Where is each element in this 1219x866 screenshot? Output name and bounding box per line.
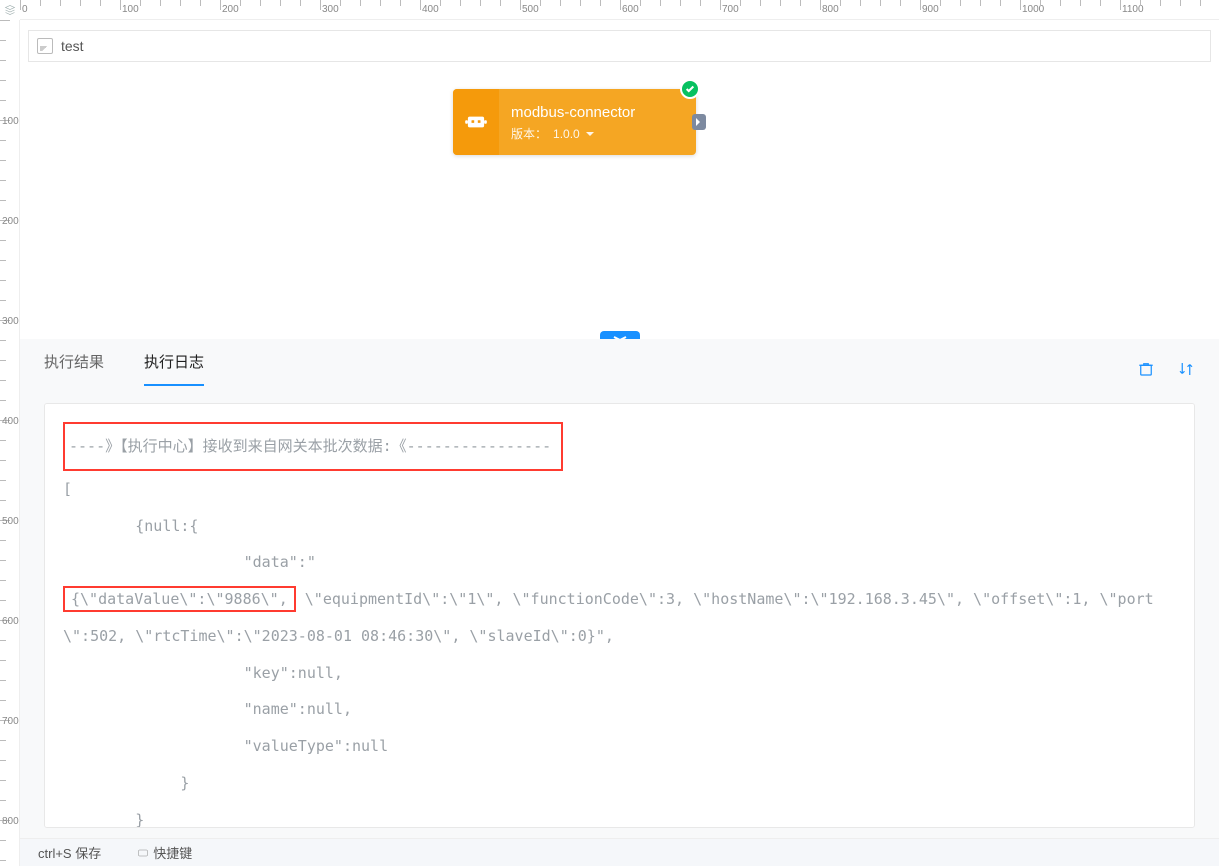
ruler-h-label: 300	[322, 4, 339, 15]
ruler-h-label: 200	[222, 4, 239, 15]
canvas-title-bar: test	[28, 30, 1211, 62]
sort-icon[interactable]	[1177, 360, 1195, 378]
ruler-h-label: 0	[22, 4, 28, 15]
canvas-title: test	[61, 38, 84, 54]
log-line: {null:{	[63, 517, 198, 535]
node-output-port[interactable]	[692, 114, 706, 130]
bottom-panel: 执行结果 执行日志 ----》【执行中心】接收到来自网关本批次数据:《-----…	[20, 339, 1219, 838]
image-icon	[37, 38, 53, 54]
ruler-v-label: 600	[2, 616, 19, 627]
status-bar: ctrl+S 保存 快捷键	[20, 838, 1219, 866]
log-content: ----》【执行中心】接收到来自网关本批次数据:《---------------…	[63, 422, 1176, 828]
ruler-v-label: 100	[2, 116, 19, 127]
ruler-v-label: 200	[2, 216, 19, 227]
node-version-label: 版本：	[511, 125, 547, 142]
panel-tabs: 执行结果 执行日志	[20, 339, 1219, 387]
tab-result[interactable]: 执行结果	[44, 339, 104, 386]
clear-log-icon[interactable]	[1137, 360, 1155, 378]
ruler-origin	[0, 0, 20, 20]
log-line: "key":null,	[63, 664, 343, 682]
ruler-h-label: 900	[922, 4, 939, 15]
ruler-h-label: 600	[622, 4, 639, 15]
node-version-row[interactable]: 版本： 1.0.0	[511, 125, 684, 142]
footer-shortcut-hint[interactable]: 快捷键	[119, 843, 210, 862]
log-line: }	[63, 811, 144, 829]
ruler-h-label: 400	[422, 4, 439, 15]
node-modbus-connector[interactable]: modbus-connector 版本： 1.0.0	[453, 89, 696, 155]
node-version-value: 1.0.0	[553, 127, 580, 141]
robot-icon	[453, 89, 499, 155]
tab-log[interactable]: 执行日志	[144, 339, 204, 386]
ruler-v-label: 800	[2, 816, 19, 827]
log-header-highlight: ----》【执行中心】接收到来自网关本批次数据:《---------------…	[63, 422, 563, 471]
log-line: "data":"	[63, 553, 316, 571]
log-line: }	[63, 774, 189, 792]
status-ok-badge	[680, 79, 700, 99]
canvas[interactable]: test modbus-connector 版本： 1.0.0	[20, 20, 1219, 339]
node-name: modbus-connector	[511, 104, 684, 121]
log-viewport[interactable]: ----》【执行中心】接收到来自网关本批次数据:《---------------…	[44, 403, 1195, 828]
ruler-v-label: 300	[2, 316, 19, 327]
log-line: "name":null,	[63, 700, 352, 718]
log-line: [	[63, 480, 72, 498]
keyboard-icon	[137, 847, 149, 859]
ruler-v-label: 500	[2, 516, 19, 527]
ruler-h-label: 500	[522, 4, 539, 15]
footer-save-hint: ctrl+S 保存	[20, 843, 119, 862]
ruler-h-label: 700	[722, 4, 739, 15]
ruler-h-label: 800	[822, 4, 839, 15]
log-line: "valueType":null	[63, 737, 388, 755]
ruler-vertical: 100 200 300 400 500 600 700 800	[0, 20, 20, 866]
chevron-down-icon	[586, 132, 594, 140]
ruler-horizontal: 0100200300400500600700800900100011001200	[20, 0, 1219, 20]
ruler-h-label: 100	[122, 4, 139, 15]
log-data-highlight: {\"dataValue\":\"9886\",	[63, 586, 296, 612]
ruler-v-label: 400	[2, 416, 19, 427]
ruler-v-label: 700	[2, 716, 19, 727]
